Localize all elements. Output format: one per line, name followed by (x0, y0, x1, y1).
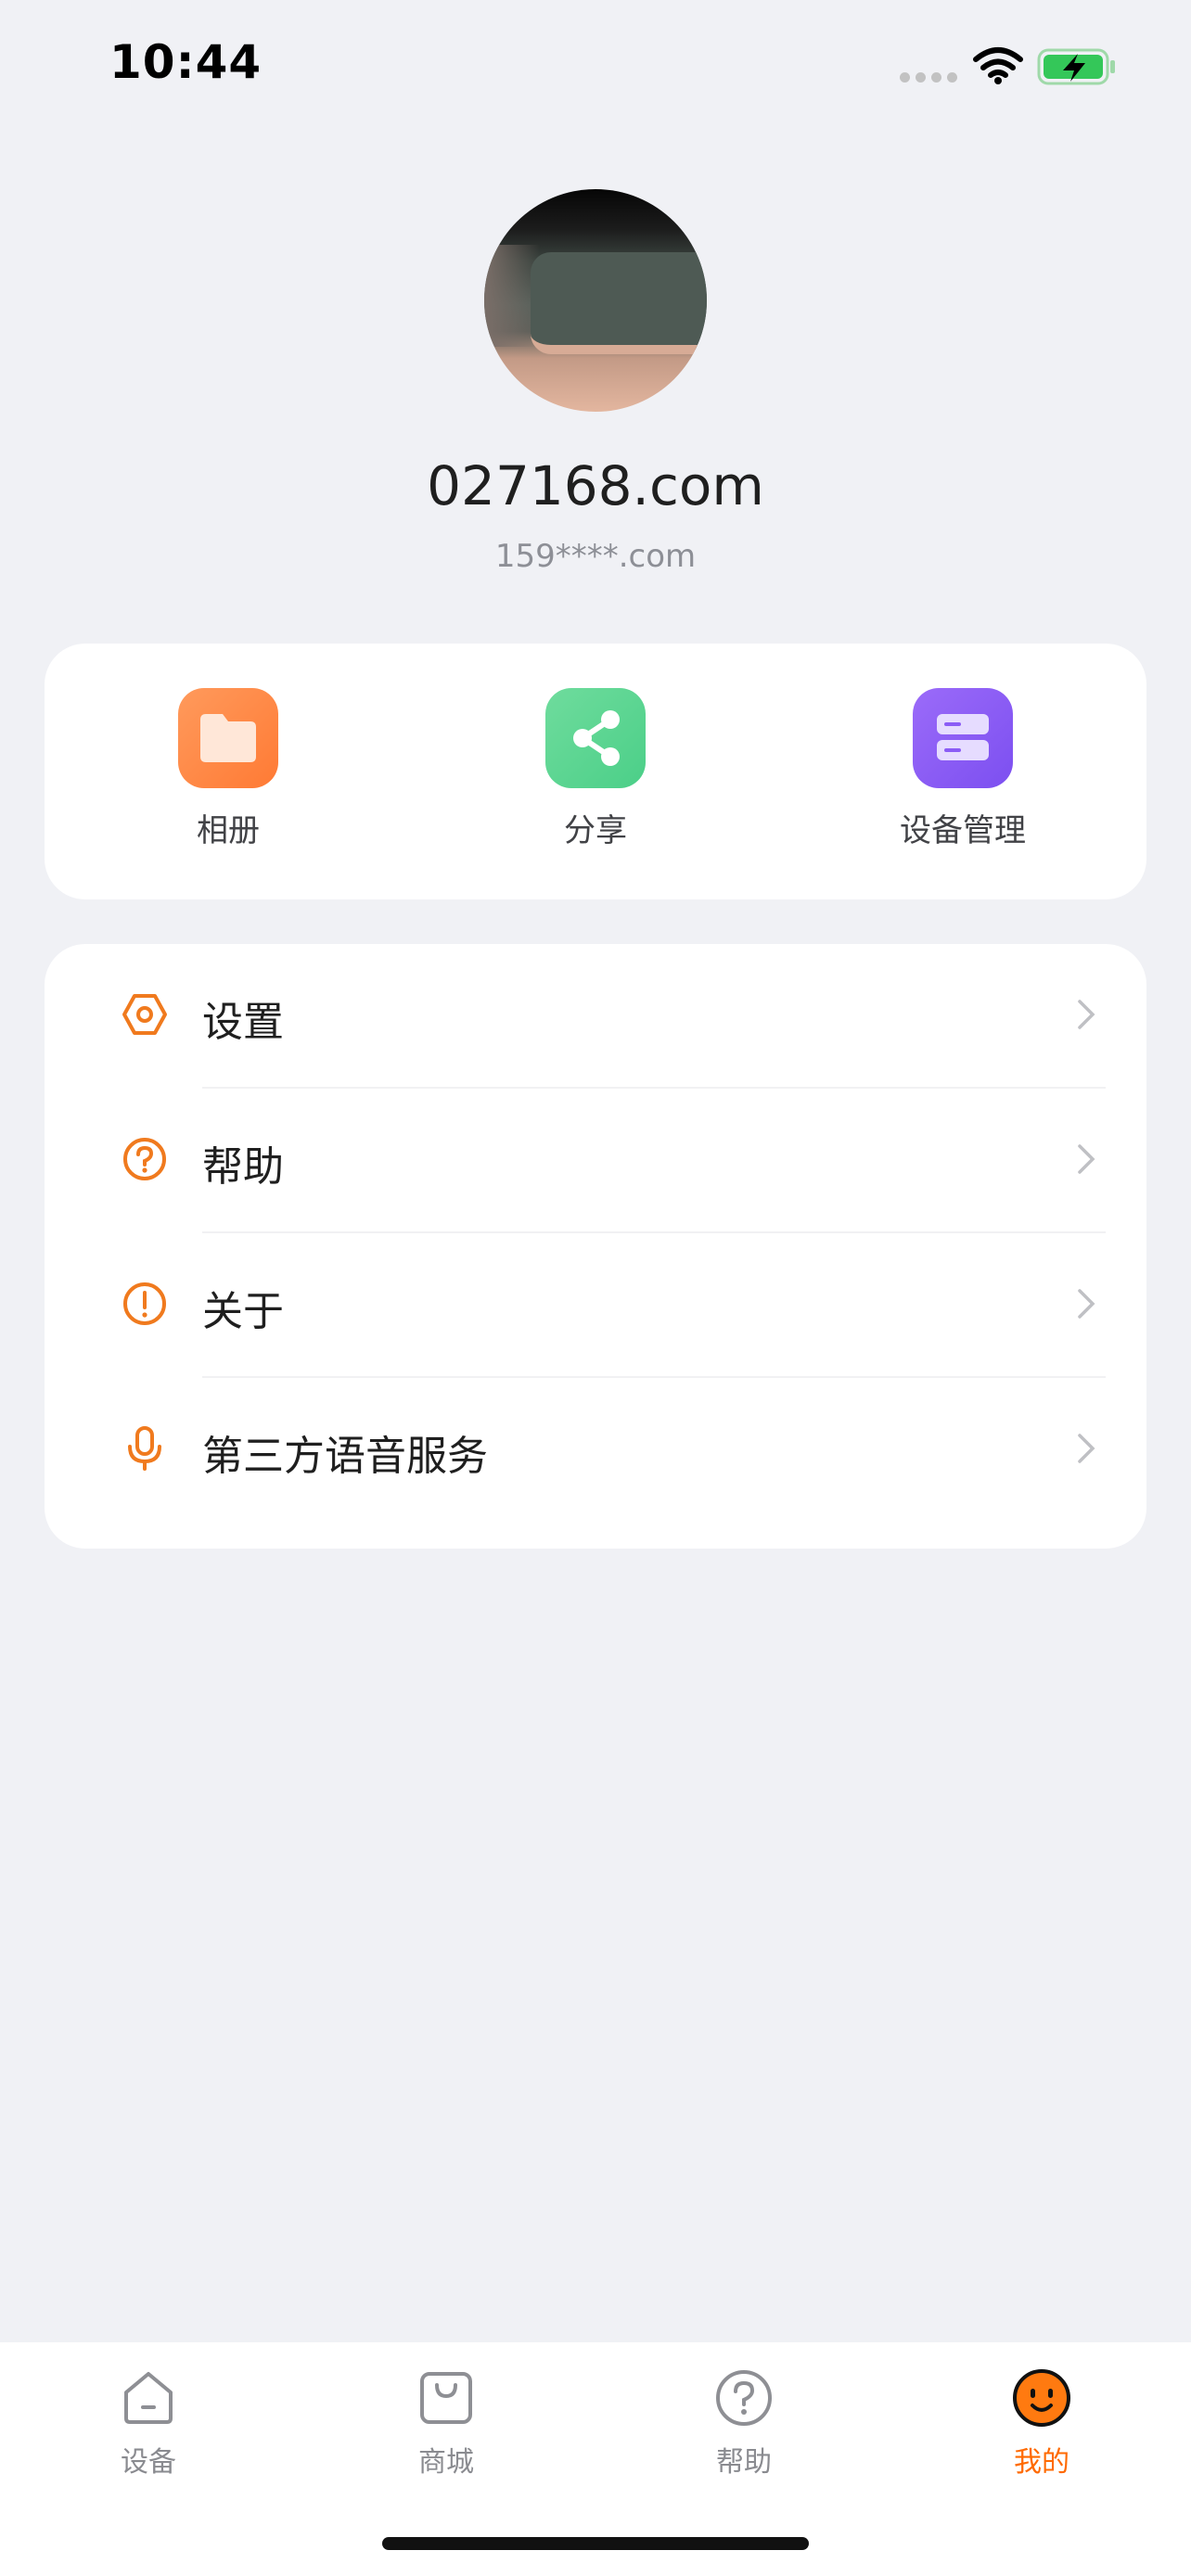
microphone-icon (128, 1426, 161, 1471)
tab-label: 我的 (1014, 2446, 1069, 2479)
menu-item-settings[interactable]: 设置 (45, 944, 1146, 1089)
menu-label: 帮助 (202, 1143, 284, 1191)
quick-action-album[interactable]: 相册 (89, 688, 367, 850)
status-time: 10:44 (109, 35, 263, 89)
menu-card: 设置 帮助 关于 第三方语音服务 (45, 944, 1146, 1549)
menu-item-third-party-voice[interactable]: 第三方语音服务 (45, 1378, 1146, 1523)
wifi-icon (973, 47, 1023, 84)
storage-icon (913, 688, 1013, 788)
menu-item-about[interactable]: 关于 (45, 1233, 1146, 1378)
tab-me[interactable]: 我的 (949, 2368, 1134, 2480)
chevron-right-icon (1078, 1434, 1095, 1463)
home-icon (124, 2372, 173, 2424)
tab-label: 商城 (418, 2446, 474, 2479)
shop-icon (420, 2372, 472, 2424)
quick-action-share[interactable]: 分享 (456, 688, 735, 850)
menu-label: 第三方语音服务 (202, 1433, 488, 1480)
quick-actions-card: 相册 分享 设备管理 (45, 644, 1146, 899)
share-icon (545, 688, 646, 788)
cellular-signal-icon (900, 72, 957, 83)
battery-charging-icon (1037, 48, 1115, 85)
menu-label: 关于 (202, 1288, 284, 1335)
tab-devices[interactable]: 设备 (56, 2368, 241, 2480)
chevron-right-icon (1078, 1289, 1095, 1319)
tab-label: 设备 (121, 2446, 176, 2479)
tab-shop[interactable]: 商城 (353, 2368, 539, 2480)
tab-label: 帮助 (716, 2446, 772, 2479)
menu-item-help[interactable]: 帮助 (45, 1089, 1146, 1233)
avatar[interactable] (484, 189, 707, 412)
profile-face-icon (1013, 2369, 1070, 2427)
quick-action-label: 设备管理 (900, 812, 1026, 849)
help-icon (716, 2370, 772, 2426)
home-indicator[interactable] (382, 2537, 809, 2550)
quick-action-label: 相册 (197, 812, 260, 849)
tab-help[interactable]: 帮助 (651, 2368, 837, 2480)
status-bar: 10:44 (0, 0, 1191, 130)
profile-name: 027168.com (427, 454, 764, 517)
info-icon (123, 1282, 166, 1325)
chevron-right-icon (1078, 1144, 1095, 1174)
help-icon (123, 1138, 166, 1180)
settings-icon (122, 994, 167, 1035)
folder-icon (178, 688, 278, 788)
menu-label: 设置 (202, 999, 284, 1046)
quick-action-device-management[interactable]: 设备管理 (824, 688, 1102, 850)
quick-action-label: 分享 (564, 812, 627, 849)
profile-email: 159****.com (494, 538, 697, 575)
chevron-right-icon (1078, 1000, 1095, 1029)
